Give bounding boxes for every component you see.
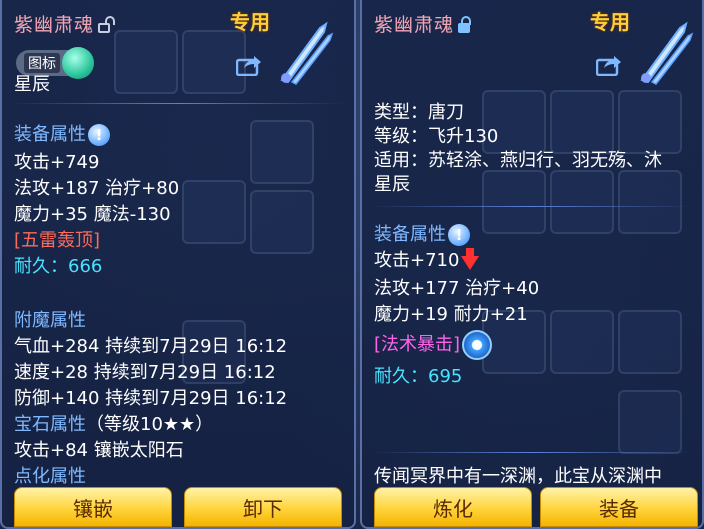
exclusive-tag: 专用 [590,10,630,34]
inlay-button[interactable]: 镶嵌 [14,487,172,527]
item-description: 传闻冥界中有一深渊，此宝从深渊中 [374,466,662,487]
info-icon[interactable]: ! [448,224,470,246]
refresh-icon[interactable] [462,330,493,360]
type-line: 类型：唐刀 [374,102,464,123]
special-skill: [法术暴击] [374,330,493,360]
attr-line: 攻击+749 [14,152,100,173]
enchant-attr-header: 附魔属性 [14,310,86,331]
share-icon[interactable] [236,54,262,76]
divider [12,103,344,104]
enchant-line: 气血+284 持续到7月29日 16:12 [14,336,288,357]
share-icon[interactable] [596,54,622,76]
divider [372,452,692,453]
attr-line: 攻击+710 [374,246,480,272]
applies-continuation: 星辰 [14,74,50,95]
sword-item-icon [640,21,694,85]
item-name-title: 紫幽肃魂 [374,10,472,37]
equip-attr-header: 装备属性! [14,120,110,146]
info-icon[interactable]: ! [88,124,110,146]
item-name-title: 紫幽肃魂 [14,10,116,37]
durability: 耐久：695 [374,366,463,387]
locked-padlock-icon[interactable] [458,16,472,33]
refine-button[interactable]: 炼化 [374,487,532,527]
attr-line: 魔力+35 魔法-130 [14,204,171,225]
level-line: 等级：飞升130 [374,126,499,147]
applies-line-2: 星辰 [374,174,410,195]
decrease-arrow-icon [461,248,480,270]
durability: 耐久：666 [14,256,103,277]
unmount-button[interactable]: 卸下 [184,487,342,527]
attr-line: 法攻+187 治疗+80 [14,178,180,199]
unlocked-padlock-icon[interactable] [98,16,116,33]
attr-line: 魔力+19 耐力+21 [374,304,528,325]
exclusive-tag: 专用 [230,10,270,34]
special-skill: [五雷轰顶] [14,230,101,251]
equip-button[interactable]: 装备 [540,487,698,527]
gem-attr-line: 攻击+84 镶嵌太阳石 [14,440,184,461]
equipped-item-tooltip: 紫幽肃魂 专用 图标 星辰 装备属性! 攻击+749 法攻+187 治疗+80 … [0,0,356,529]
equip-attr-header: 装备属性! [374,220,470,246]
enchant-line: 速度+28 持续到7月29日 16:12 [14,362,276,383]
refine-attr-header: 点化属性 [14,466,86,487]
attr-line: 法攻+177 治疗+40 [374,278,540,299]
divider [372,206,692,207]
inventory-item-tooltip: 紫幽肃魂 专用 类型：唐刀 等级：飞升130 适用：苏轻涂、燕归行、羽无殇、沐 … [360,0,704,529]
applies-line: 适用：苏轻涂、燕归行、羽无殇、沐 [374,150,662,171]
toggle-knob [62,47,94,79]
gem-attr-header: 宝石属性（等级10★★） [14,414,214,435]
enchant-line: 防御+140 持续到7月29日 16:12 [14,388,288,409]
sword-item-icon [280,21,334,85]
